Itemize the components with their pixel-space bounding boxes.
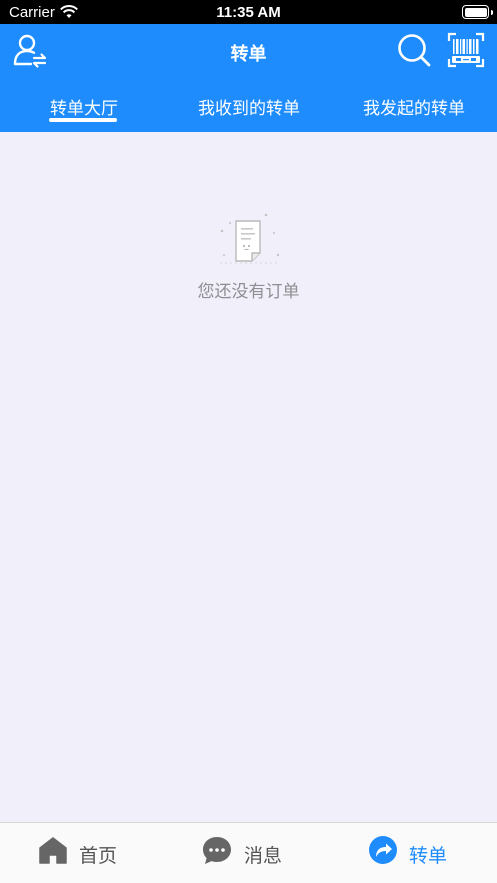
tab-transfer-hall[interactable]: 转单大厅 [48,94,120,119]
message-bubble-icon [203,837,231,864]
tab-received-transfers[interactable]: 我收到的转单 [196,94,302,119]
scan-barcode-icon[interactable] [447,32,485,68]
tabbar-label-home: 首页 [79,845,118,867]
status-bar: Carrier 11:35 AM [0,0,497,24]
tab-bar-top: 转单大厅 我收到的转单 我发起的转单 [0,88,497,130]
tabbar-label-messages: 消息 [244,845,283,867]
tabbar-label-transfer: 转单 [409,845,448,867]
empty-document-icon [220,213,280,264]
active-tab-indicator [49,118,117,122]
share-arrow-icon [369,836,397,864]
empty-message: 您还没有订单 [197,282,300,302]
battery-icon [462,5,489,19]
tabbar-item-messages[interactable]: 消息 [202,823,292,883]
tab-initiated-transfers[interactable]: 我发起的转单 [360,94,468,119]
bottom-tab-bar: 首页 消息 转单 [0,822,497,883]
tabbar-item-transfer[interactable]: 转单 [368,823,458,883]
home-icon [39,837,67,864]
app-header: 转单 转单大厅 我收到的转单 我发起的转单 [0,24,497,132]
tabbar-item-home[interactable]: 首页 [38,823,128,883]
search-icon[interactable] [396,32,432,68]
clock: 11:35 AM [216,4,281,21]
